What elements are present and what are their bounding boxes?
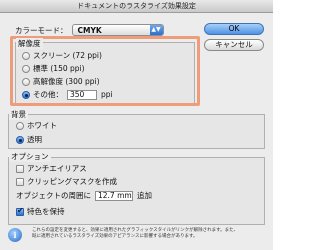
padding-row: オブジェクトの周囲に 12.7 mm 追加	[16, 190, 152, 201]
resolution-title: 解像度	[16, 38, 43, 49]
checkbox-label: 特色を保持	[27, 207, 65, 216]
checkbox-label: アンチエイリアス	[27, 164, 87, 173]
preserve-spot-checkbox[interactable]: 特色を保持	[16, 206, 65, 217]
radio-icon	[22, 64, 30, 73]
color-mode-label: カラーモード：	[15, 25, 68, 35]
radio-screen-72[interactable]: スクリーン (72 ppi)	[22, 50, 102, 61]
radio-selected-icon	[16, 135, 24, 144]
other-ppi-input[interactable]: 350	[67, 89, 97, 100]
radio-icon	[22, 51, 30, 60]
color-mode-value: CMYK	[77, 25, 102, 35]
radio-label: 透明	[27, 135, 42, 144]
info-icon: i	[8, 228, 22, 242]
padding-input[interactable]: 12.7 mm	[95, 190, 133, 201]
radio-label: 標準 (150 ppi)	[33, 64, 85, 73]
radio-icon	[16, 121, 24, 130]
select-arrows-icon: ▲▼	[149, 25, 163, 35]
info-text: これらの設定を変更すると、効果に適用されたグラフィックスタイルがリンクが解除され…	[32, 228, 239, 239]
radio-label: スクリーン (72 ppi)	[33, 51, 102, 60]
antialias-checkbox[interactable]: アンチエイリアス	[16, 163, 87, 174]
padding-label: オブジェクトの周囲に	[16, 191, 91, 200]
radio-transparent[interactable]: 透明	[16, 134, 42, 145]
padding-suffix: 追加	[137, 191, 152, 200]
radio-white[interactable]: ホワイト	[16, 120, 57, 131]
radio-label: 高解像度 (300 ppi)	[33, 77, 100, 86]
checkbox-icon	[16, 177, 24, 186]
checkbox-label: クリッピングマスクを作成	[27, 177, 117, 186]
color-mode-select[interactable]: CMYK ▲▼	[71, 24, 164, 36]
checkbox-checked-icon	[16, 206, 24, 216]
background-title: 背景	[9, 109, 28, 120]
color-mode-row: カラーモード： CMYK ▲▼	[15, 23, 164, 37]
dialog-window: ドキュメントのラスタライズ効果設定 カラーモード： CMYK ▲▼ OK キャン…	[0, 0, 273, 250]
radio-label: ホワイト	[27, 121, 57, 130]
radio-other[interactable]: その他： 350 ppi	[22, 89, 113, 100]
radio-high-300[interactable]: 高解像度 (300 ppi)	[22, 76, 100, 87]
ppi-unit-label: ppi	[101, 90, 113, 99]
clipping-mask-checkbox[interactable]: クリッピングマスクを作成	[16, 176, 117, 187]
options-title: オプション	[9, 151, 51, 162]
radio-label: その他：	[33, 90, 63, 99]
cancel-button[interactable]: キャンセル	[204, 39, 264, 51]
checkbox-icon	[16, 164, 24, 173]
radio-standard-150[interactable]: 標準 (150 ppi)	[22, 63, 85, 74]
ok-button[interactable]: OK	[204, 23, 264, 35]
radio-selected-icon	[22, 90, 30, 99]
dialog-title: ドキュメントのラスタライズ効果設定	[0, 0, 273, 13]
info-row: i これらの設定を変更すると、効果に適用されたグラフィックスタイルがリンクが解除…	[8, 228, 265, 242]
radio-icon	[22, 77, 30, 86]
